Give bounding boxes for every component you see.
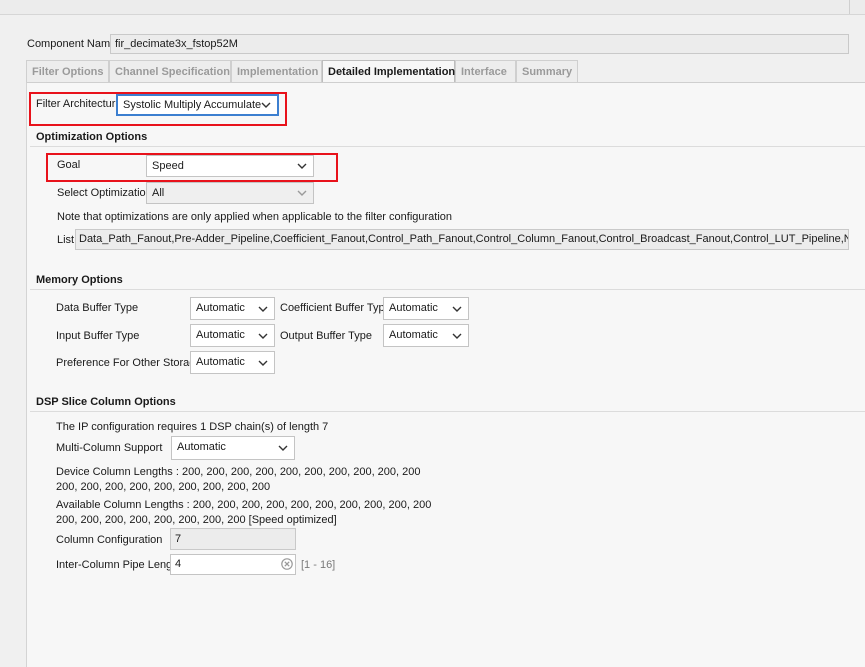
list-label: List xyxy=(57,234,75,246)
input-buffer-type-select[interactable]: Automatic xyxy=(190,324,275,347)
coefficient-buffer-type-select[interactable]: Automatic xyxy=(383,297,469,320)
optimization-note: Note that optimizations are only applied… xyxy=(57,211,453,223)
preference-other-storage-select[interactable]: Automatic xyxy=(190,351,275,374)
optimization-divider xyxy=(30,146,865,147)
chevron-down-icon xyxy=(452,325,462,346)
tab-interface[interactable]: Interface xyxy=(455,60,516,82)
optimization-list-field[interactable]: Data_Path_Fanout,Pre-Adder_Pipeline,Coef… xyxy=(75,229,849,250)
tab-detailed-implementation[interactable]: Detailed Implementation xyxy=(322,60,455,82)
chevron-down-icon xyxy=(258,352,268,373)
chevron-down-icon xyxy=(258,325,268,346)
preference-other-storage-value: Automatic xyxy=(196,356,245,368)
coefficient-buffer-type-value: Automatic xyxy=(389,302,438,314)
output-buffer-type-value: Automatic xyxy=(389,329,438,341)
multi-column-support-select[interactable]: Automatic xyxy=(171,436,295,460)
available-column-lengths-line2: 200, 200, 200, 200, 200, 200, 200, 200 [… xyxy=(56,514,337,526)
inter-column-pipe-length-input[interactable]: 4 xyxy=(170,554,296,575)
chevron-down-icon xyxy=(278,437,288,459)
output-buffer-type-select[interactable]: Automatic xyxy=(383,324,469,347)
window-top-strip xyxy=(0,0,865,15)
component-name-field[interactable]: fir_decimate3x_fstop52M xyxy=(110,34,849,54)
select-optimization-label: Select Optimization xyxy=(57,187,152,199)
dsp-divider xyxy=(30,411,865,412)
available-column-lengths-line1: Available Column Lengths : 200, 200, 200… xyxy=(56,499,432,511)
clear-icon[interactable] xyxy=(281,558,293,570)
memory-divider xyxy=(30,289,865,290)
data-buffer-type-value: Automatic xyxy=(196,302,245,314)
memory-options-title: Memory Options xyxy=(36,274,123,286)
top-strip-separator xyxy=(849,0,850,14)
tab-filter-options[interactable]: Filter Options xyxy=(26,60,109,82)
column-configuration-label: Column Configuration xyxy=(56,534,163,546)
chevron-down-icon xyxy=(258,298,268,319)
dsp-slice-options-title: DSP Slice Column Options xyxy=(36,396,176,408)
input-buffer-type-label: Input Buffer Type xyxy=(56,330,140,342)
data-buffer-type-select[interactable]: Automatic xyxy=(190,297,275,320)
multi-column-support-value: Automatic xyxy=(177,441,226,453)
dsp-requirement-text: The IP configuration requires 1 DSP chai… xyxy=(56,421,329,433)
multi-column-support-label: Multi-Column Support xyxy=(56,442,163,454)
coefficient-buffer-type-label: Coefficient Buffer Type xyxy=(280,302,391,314)
preference-other-storage-label: Preference For Other Storage xyxy=(56,357,202,369)
chevron-down-icon xyxy=(452,298,462,319)
tab-channel-specification[interactable]: Channel Specification xyxy=(109,60,231,82)
highlight-box-goal xyxy=(46,153,338,182)
column-configuration-field[interactable]: 7 xyxy=(170,528,296,550)
highlight-box-filter-architecture xyxy=(29,92,287,126)
tab-summary[interactable]: Summary xyxy=(516,60,578,82)
component-name-label: Component Name xyxy=(27,38,117,50)
data-buffer-type-label: Data Buffer Type xyxy=(56,302,139,314)
inter-column-pipe-length-label: Inter-Column Pipe Length xyxy=(56,559,182,571)
tab-implementation[interactable]: Implementation xyxy=(231,60,322,82)
input-buffer-type-value: Automatic xyxy=(196,329,245,341)
chevron-down-icon xyxy=(297,183,307,203)
output-buffer-type-label: Output Buffer Type xyxy=(280,330,372,342)
device-column-lengths-line1: Device Column Lengths : 200, 200, 200, 2… xyxy=(56,466,421,478)
select-optimization-value: All xyxy=(152,187,165,199)
pipe-length-range: [1 - 16] xyxy=(301,559,336,571)
optimization-options-title: Optimization Options xyxy=(36,131,148,143)
select-optimization-select[interactable]: All xyxy=(146,182,314,204)
device-column-lengths-line2: 200, 200, 200, 200, 200, 200, 200, 200, … xyxy=(56,481,271,493)
